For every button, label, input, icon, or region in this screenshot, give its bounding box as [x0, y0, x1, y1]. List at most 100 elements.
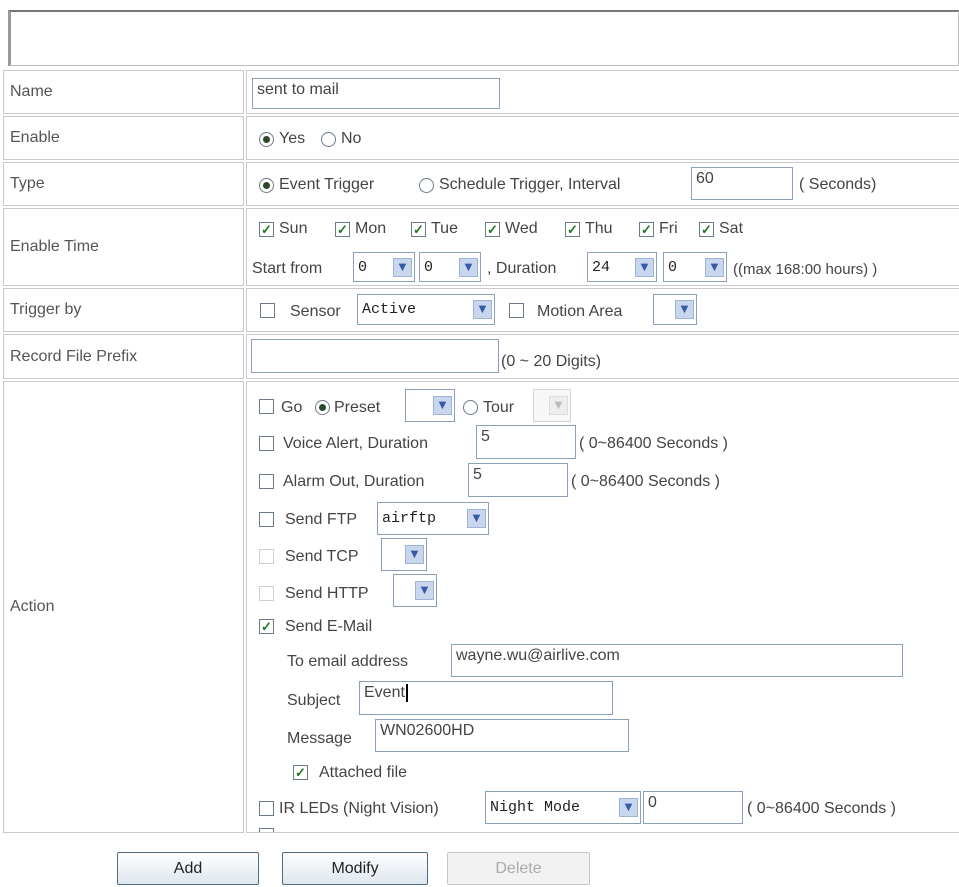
start-min-select[interactable]: 0 ▼ [419, 252, 481, 282]
top-text-area[interactable] [8, 10, 959, 66]
alarm-out-note: ( 0~86400 Seconds ) [571, 473, 720, 490]
day-wed-label: Wed [505, 220, 538, 237]
record-prefix-input[interactable] [251, 339, 499, 373]
send-http-label: Send HTTP [285, 585, 369, 602]
attached-file-checkbox[interactable]: ✓ [293, 765, 308, 780]
day-sun-checkbox[interactable]: ✓ [259, 222, 274, 237]
arrow-glyph: ▼ [710, 261, 719, 273]
to-email-label: To email address [287, 653, 408, 670]
start-from-label: Start from [252, 260, 323, 277]
voice-alert-duration-input[interactable]: 5 [476, 425, 576, 459]
subject-input[interactable]: Event [359, 681, 613, 715]
send-ftp-label: Send FTP [285, 511, 358, 528]
action-label-text: Action [10, 598, 55, 615]
chevron-down-icon: ▼ [705, 257, 724, 277]
tour-select[interactable]: ▼ [533, 389, 571, 422]
trigger-by-cell: Sensor Active ▼ Motion Area ▼ [246, 288, 959, 332]
arrow-glyph: ▼ [410, 549, 419, 560]
attached-file-label: Attached file [319, 764, 408, 781]
enable-label-text: Enable [10, 129, 60, 146]
send-tcp-checkbox[interactable] [259, 549, 274, 564]
preset-select[interactable]: ▼ [405, 389, 455, 422]
send-tcp-select[interactable]: ▼ [381, 538, 427, 571]
enable-cell: Yes No [246, 116, 959, 160]
arrow-glyph: ▼ [680, 304, 689, 315]
voice-alert-checkbox[interactable] [259, 436, 274, 451]
schedule-trigger-radio[interactable] [419, 178, 434, 193]
day-tue-checkbox[interactable]: ✓ [411, 222, 426, 237]
day-fri-checkbox[interactable]: ✓ [639, 222, 654, 237]
interval-value: 60 [696, 170, 714, 187]
enable-yes-radio[interactable] [259, 132, 274, 147]
duration-label: , Duration [487, 260, 557, 277]
text-cursor [405, 684, 408, 702]
modify-button-label: Modify [331, 859, 379, 877]
start-hour-select[interactable]: 0 ▼ [353, 252, 415, 282]
send-http-select[interactable]: ▼ [393, 574, 437, 607]
motion-area-label: Motion Area [537, 303, 623, 320]
sensor-select[interactable]: Active ▼ [357, 294, 495, 325]
action-cell: Go Preset ▼ Tour ▼ Voice Alert, Duration… [246, 381, 959, 833]
alarm-out-duration-input[interactable]: 5 [468, 463, 568, 497]
checkmark-icon: ✓ [413, 222, 424, 237]
message-input[interactable]: WN02600HD [375, 719, 629, 752]
voice-alert-label: Voice Alert, Duration [283, 435, 428, 452]
day-thu-label: Thu [585, 220, 613, 237]
checkmark-icon: ✓ [487, 222, 498, 237]
name-label-text: Name [10, 83, 53, 100]
enable-time-cell: ✓ Sun ✓ Mon ✓ Tue ✓ Wed ✓ Thu ✓ Fri ✓ Sa… [246, 208, 959, 286]
to-email-value: wayne.wu@airlive.com [456, 647, 620, 664]
day-sat-checkbox[interactable]: ✓ [699, 222, 714, 237]
tour-radio[interactable] [463, 400, 478, 415]
alarm-out-checkbox[interactable] [259, 474, 274, 489]
ir-leds-checkbox[interactable] [259, 801, 274, 816]
motion-area-select[interactable]: ▼ [653, 294, 697, 325]
go-label: Go [281, 399, 303, 416]
go-checkbox[interactable] [259, 399, 274, 414]
name-input[interactable]: sent to mail [252, 78, 500, 109]
chevron-down-icon: ▼ [549, 396, 568, 415]
send-http-checkbox[interactable] [259, 586, 274, 601]
enable-no-radio[interactable] [321, 132, 336, 147]
day-thu-checkbox[interactable]: ✓ [565, 222, 580, 237]
chevron-down-icon: ▼ [405, 545, 424, 564]
interval-unit: ( Seconds) [799, 176, 877, 193]
send-tcp-label: Send TCP [285, 548, 359, 565]
day-wed-checkbox[interactable]: ✓ [485, 222, 500, 237]
night-mode-select[interactable]: Night Mode ▼ [485, 791, 641, 824]
chevron-down-icon: ▼ [635, 257, 654, 277]
modify-button[interactable]: Modify [282, 852, 428, 885]
send-email-checkbox[interactable]: ✓ [259, 619, 274, 634]
to-email-input[interactable]: wayne.wu@airlive.com [451, 644, 903, 677]
preset-radio[interactable] [315, 400, 330, 415]
send-email-label: Send E-Mail [285, 618, 373, 635]
start-hour-value: 0 [358, 258, 368, 276]
checkmark-icon: ✓ [337, 222, 348, 237]
subject-label: Subject [287, 692, 341, 709]
event-trigger-radio[interactable] [259, 178, 274, 193]
next-option-checkbox[interactable] [259, 828, 274, 832]
send-ftp-select[interactable]: airftp ▼ [377, 502, 489, 535]
chevron-down-icon: ▼ [675, 300, 694, 319]
enable-no-label: No [341, 130, 362, 147]
day-mon-label: Mon [355, 220, 387, 237]
interval-input[interactable]: 60 [691, 167, 793, 200]
sensor-checkbox[interactable] [260, 303, 275, 318]
duration-min-select[interactable]: 0 ▼ [663, 252, 727, 282]
delete-button[interactable]: Delete [447, 852, 590, 885]
record-prefix-label-text: Record File Prefix [10, 347, 138, 365]
record-prefix-note: (0 ~ 20 Digits) [501, 353, 602, 370]
sensor-label: Sensor [290, 303, 341, 320]
chevron-down-icon: ▼ [415, 581, 434, 600]
checkmark-icon: ✓ [567, 222, 578, 237]
chevron-down-icon: ▼ [459, 257, 478, 277]
record-prefix-label: Record File Prefix [3, 334, 244, 379]
start-min-value: 0 [424, 258, 434, 276]
send-ftp-checkbox[interactable] [259, 512, 274, 527]
ir-leds-duration-input[interactable]: 0 [643, 791, 743, 824]
day-mon-checkbox[interactable]: ✓ [335, 222, 350, 237]
ir-leds-label: IR LEDs (Night Vision) [279, 800, 439, 817]
duration-hour-select[interactable]: 24 ▼ [587, 252, 657, 282]
add-button[interactable]: Add [117, 852, 259, 885]
motion-area-checkbox[interactable] [509, 303, 524, 318]
